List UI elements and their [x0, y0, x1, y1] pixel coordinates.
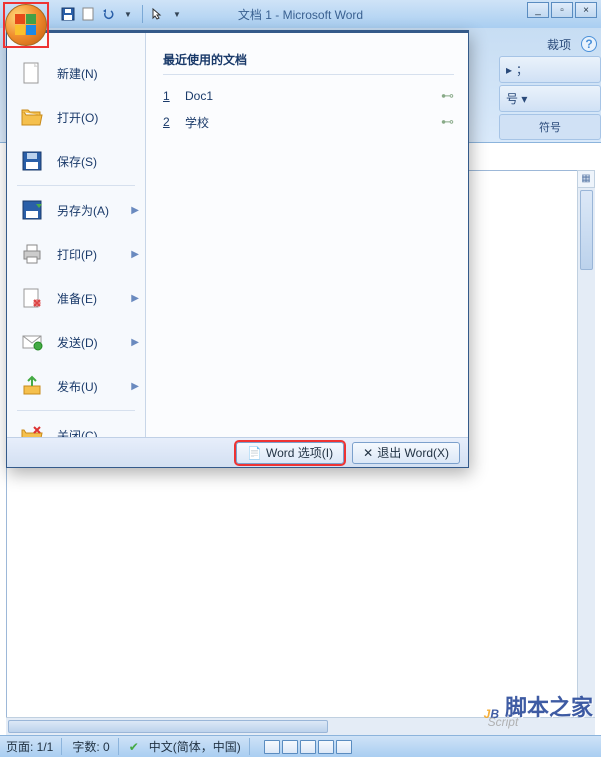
view-outline[interactable] — [318, 740, 334, 754]
ribbon-item[interactable]: ▸； — [499, 56, 601, 83]
ribbon-item[interactable]: 号 ▾ — [499, 85, 601, 112]
office-logo-icon — [15, 14, 37, 36]
pin-icon[interactable]: ⊷ — [441, 88, 454, 104]
recent-doc-item[interactable]: 1Doc1⊷ — [163, 83, 454, 109]
ribbon-group-label: 符号 — [499, 114, 601, 140]
qat-dropdown-icon[interactable]: ▼ — [169, 6, 185, 22]
watermark-logo: JB 脚本之家 Script — [484, 685, 593, 727]
menu-print[interactable]: 打印(P)▶ — [7, 232, 145, 276]
menu-publish[interactable]: 发布(U)▶ — [7, 364, 145, 408]
menu-commands: 新建(N) 打开(O) 保存(S) 另存为(A)▶ 打印(P)▶ 准备(E)▶ … — [7, 33, 146, 438]
scroll-thumb[interactable] — [8, 720, 328, 733]
new-doc-icon[interactable] — [80, 6, 96, 22]
quick-access-toolbar: ▼ ▼ — [60, 0, 185, 28]
save-icon — [19, 148, 45, 174]
saveas-icon — [19, 197, 45, 223]
pin-icon[interactable]: ⊷ — [441, 114, 454, 130]
menu-send[interactable]: 发送(D)▶ — [7, 320, 145, 364]
recent-documents-panel: 最近使用的文档 1Doc1⊷ 2学校⊷ — [147, 33, 468, 438]
close-icon: ✕ — [363, 446, 373, 460]
word-options-button[interactable]: 📄Word 选项(I) — [236, 442, 344, 464]
menu-save-as[interactable]: 另存为(A)▶ — [7, 188, 145, 232]
office-menu: 新建(N) 打开(O) 保存(S) 另存为(A)▶ 打印(P)▶ 准备(E)▶ … — [6, 30, 469, 468]
submenu-arrow-icon: ▶ — [131, 337, 139, 348]
close-button[interactable]: × — [575, 2, 597, 18]
menu-save[interactable]: 保存(S) — [7, 139, 145, 183]
qat-dropdown-icon[interactable]: ▼ — [120, 6, 136, 22]
undo-icon[interactable] — [100, 6, 116, 22]
open-icon — [19, 104, 45, 130]
window-title: 文档 1 - Microsoft Word — [238, 6, 363, 23]
ribbon-group: ▸； 号 ▾ 符号 — [499, 56, 601, 142]
proofing-icon[interactable]: ✔ — [129, 740, 139, 754]
window-controls: _ ▫ × — [527, 2, 597, 18]
status-word-count[interactable]: 字数: 0 — [72, 738, 118, 755]
recent-doc-item[interactable]: 2学校⊷ — [163, 109, 454, 135]
title-bar: ▼ ▼ 文档 1 - Microsoft Word _ ▫ × — [0, 0, 601, 28]
view-buttons — [264, 740, 352, 754]
recent-docs-heading: 最近使用的文档 — [163, 51, 454, 75]
menu-separator — [17, 410, 135, 411]
status-bar: 页面: 1/1 字数: 0 ✔ 中文(简体，中国) — [0, 735, 601, 757]
menu-new[interactable]: 新建(N) — [7, 51, 145, 95]
submenu-arrow-icon: ▶ — [131, 381, 139, 392]
ribbon-tab-label[interactable]: 裁项 — [547, 36, 571, 53]
send-icon — [19, 329, 45, 355]
view-draft[interactable] — [336, 740, 352, 754]
menu-separator — [17, 185, 135, 186]
qat-separator — [142, 5, 143, 23]
scroll-thumb[interactable] — [580, 190, 593, 270]
restore-button[interactable]: ▫ — [551, 2, 573, 18]
recent-docs-list: 1Doc1⊷ 2学校⊷ — [163, 83, 454, 135]
save-icon[interactable] — [60, 6, 76, 22]
status-page[interactable]: 页面: 1/1 — [6, 738, 62, 755]
help-icon[interactable]: ? — [581, 36, 597, 52]
submenu-arrow-icon: ▶ — [131, 293, 139, 304]
print-icon — [19, 241, 45, 267]
pointer-icon[interactable] — [149, 6, 165, 22]
office-button[interactable] — [5, 4, 47, 46]
menu-footer: 📄Word 选项(I) ✕退出 Word(X) — [7, 437, 468, 467]
publish-icon — [19, 373, 45, 399]
submenu-arrow-icon: ▶ — [131, 205, 139, 216]
menu-open[interactable]: 打开(O) — [7, 95, 145, 139]
view-web[interactable] — [300, 740, 316, 754]
submenu-arrow-icon: ▶ — [131, 249, 139, 260]
status-language[interactable]: 中文(简体，中国) — [149, 738, 250, 755]
menu-prepare[interactable]: 准备(E)▶ — [7, 276, 145, 320]
minimize-button[interactable]: _ — [527, 2, 549, 18]
prepare-icon — [19, 285, 45, 311]
vertical-scrollbar[interactable] — [577, 188, 595, 717]
ruler-toggle[interactable]: ▦ — [577, 170, 595, 188]
view-print-layout[interactable] — [264, 740, 280, 754]
exit-word-button[interactable]: ✕退出 Word(X) — [352, 442, 460, 464]
view-full-screen[interactable] — [282, 740, 298, 754]
options-icon: 📄 — [247, 446, 262, 460]
new-icon — [19, 60, 45, 86]
